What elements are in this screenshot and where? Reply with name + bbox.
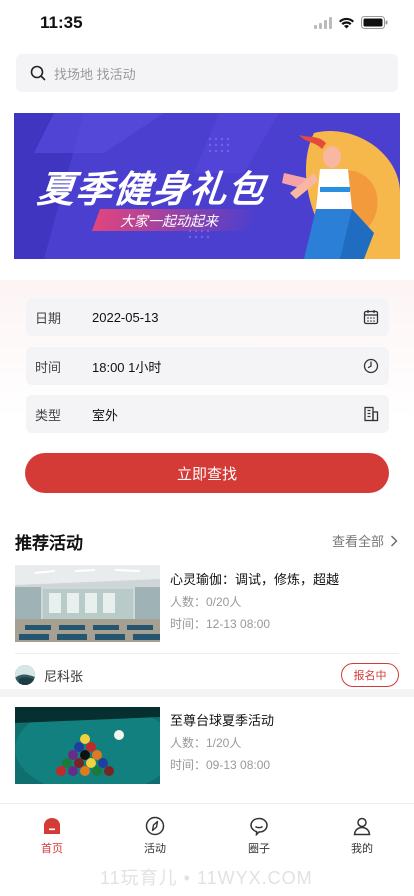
building-icon [364, 406, 379, 422]
tab-activities[interactable]: 活动 [125, 816, 185, 856]
activity-people: 人数：1/20人 [170, 736, 242, 750]
section-title: 推荐活动 [15, 534, 83, 553]
promo-banner[interactable]: 夏季健身礼包 大家一起动起来 [14, 113, 400, 259]
status-bar: 11:35 [0, 0, 414, 48]
watermark: 11玩育儿 • 11WYX.COM [100, 868, 313, 888]
banner-title: 夏季健身礼包 [35, 169, 268, 210]
battery-icon [361, 16, 388, 29]
chevron-right-icon [391, 535, 398, 546]
tab-home[interactable]: 首页 [22, 816, 82, 856]
avatar [15, 665, 35, 685]
home-icon [44, 818, 60, 834]
card-divider [15, 653, 399, 654]
search-placeholder: 找场地 找活动 [54, 66, 136, 82]
activity-time: 时间：09-13 08:00 [170, 758, 271, 772]
search-icon [30, 65, 46, 81]
activity-time: 时间：12-13 08:00 [170, 617, 271, 631]
chat-icon [250, 817, 268, 836]
date-field[interactable]: 日期 2022-05-13 [26, 298, 389, 336]
tab-label: 活动 [144, 843, 166, 855]
date-value: 2022-05-13 [92, 309, 159, 325]
signal-icon [314, 16, 332, 29]
banner-subtitle: 大家一起动起来 [120, 213, 218, 229]
status-badge[interactable]: 报名中 [341, 663, 399, 687]
activity-image-billiards[interactable] [15, 707, 160, 784]
activity-title[interactable]: 心灵瑜伽：调试，修炼，超越 [170, 569, 339, 588]
activity-title[interactable]: 至尊台球夏季活动 [170, 710, 274, 729]
tab-label: 圈子 [248, 843, 270, 855]
date-label: 日期 [35, 310, 62, 326]
wifi-icon [339, 17, 354, 28]
status-time: 11:35 [40, 13, 83, 32]
time-value: 18:00 1小时 [92, 359, 162, 375]
card-separator [0, 689, 414, 697]
view-all-label: 查看全部 [331, 534, 384, 549]
tab-circle[interactable]: 圈子 [229, 816, 289, 856]
tab-profile[interactable]: 我的 [332, 816, 392, 856]
tab-label: 首页 [41, 843, 63, 855]
user-icon [353, 817, 371, 836]
status-icons [314, 16, 388, 29]
type-value: 室外 [92, 407, 119, 423]
type-label: 类型 [35, 407, 62, 423]
calendar-icon [363, 310, 379, 325]
time-field[interactable]: 时间 18:00 1小时 [26, 347, 389, 385]
tab-label: 我的 [351, 843, 373, 855]
type-field[interactable]: 类型 室外 [26, 395, 389, 433]
host-info[interactable]: 尼科张 [15, 665, 83, 685]
compass-icon [145, 816, 165, 836]
find-now-button[interactable]: 立即查找 [25, 453, 389, 493]
view-all-link[interactable]: 查看全部 [332, 531, 398, 550]
activity-people: 人数：0/20人 [170, 595, 242, 609]
host-name: 尼科张 [44, 668, 84, 684]
activity-image-yoga[interactable] [15, 565, 160, 642]
clock-icon [363, 358, 379, 374]
time-label: 时间 [35, 359, 62, 375]
search-bar[interactable]: 找场地 找活动 [16, 54, 398, 92]
